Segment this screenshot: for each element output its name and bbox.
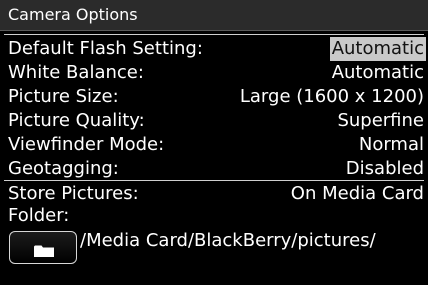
screen-title: Camera Options [8,5,138,24]
camera-options-screen: Camera Options Default Flash Setting: Au… [0,0,428,285]
setting-label: Picture Quality: [8,110,145,131]
setting-row-geotagging[interactable]: Geotagging: Disabled [0,157,428,181]
setting-row-viewfinder-mode[interactable]: Viewfinder Mode: Normal [0,133,428,157]
setting-row-white-balance[interactable]: White Balance: Automatic [0,61,428,85]
setting-value-selected[interactable]: Automatic [329,37,426,61]
setting-value[interactable]: Superfine [335,109,426,133]
setting-label: Viewfinder Mode: [8,134,165,155]
title-bar: Camera Options [0,0,428,31]
setting-label: Picture Size: [8,86,119,107]
folder-path: /Media Card/BlackBerry/pictures/ [80,230,376,251]
folder-icon [34,245,54,257]
setting-value[interactable]: Large (1600 x 1200) [238,85,426,109]
setting-label: White Balance: [8,62,144,83]
setting-row-picture-quality[interactable]: Picture Quality: Superfine [0,109,428,133]
setting-row-default-flash[interactable]: Default Flash Setting: Automatic [0,37,428,61]
browse-folder-button[interactable] [9,231,77,264]
setting-value[interactable]: Disabled [344,157,426,181]
setting-row-picture-size[interactable]: Picture Size: Large (1600 x 1200) [0,85,428,109]
folder-label: Folder: [8,205,70,226]
setting-value[interactable]: Automatic [330,61,426,85]
section-divider [4,180,424,181]
setting-value[interactable]: Normal [357,133,426,157]
setting-label: Store Pictures: [8,183,139,204]
setting-label: Geotagging: [8,158,119,179]
setting-row-store-pictures[interactable]: Store Pictures: On Media Card [0,182,428,206]
title-divider [4,34,424,35]
setting-label: Default Flash Setting: [8,38,203,59]
setting-value[interactable]: On Media Card [289,182,426,206]
